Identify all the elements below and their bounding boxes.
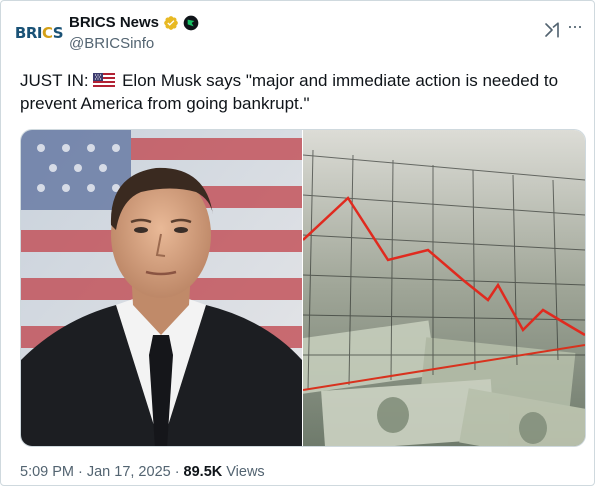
display-name[interactable]: BRICS News: [69, 14, 159, 31]
avatar[interactable]: BRICS: [14, 19, 64, 47]
grok-icon[interactable]: [543, 21, 561, 39]
tweet-text: JUST IN: Elon Musk says "major and immed…: [20, 69, 580, 115]
tweet-media[interactable]: [20, 129, 586, 447]
tweet-card: BRICS BRICS News @BRICSinfo ··· JUST IN:: [0, 0, 595, 486]
tweet-footer: 5:09 PM · Jan 17, 2025 · 89.5K Views: [20, 464, 265, 480]
views-count[interactable]: 89.5K: [184, 464, 223, 480]
affiliate-badge-icon[interactable]: [183, 15, 199, 31]
author-name-row: BRICS News: [69, 14, 199, 31]
media-photo-chart[interactable]: [289, 130, 585, 446]
verified-badge-icon[interactable]: [163, 15, 179, 31]
portrait-image: [21, 130, 302, 446]
more-icon[interactable]: ···: [567, 17, 583, 35]
declining-chart-image: [289, 130, 585, 446]
tweet-time[interactable]: 5:09 PM: [20, 464, 74, 480]
footer-separator: ·: [78, 464, 83, 480]
us-flag-icon: [93, 73, 116, 87]
footer-separator: ·: [174, 464, 180, 480]
views-label: Views: [226, 464, 265, 480]
media-photo-portrait[interactable]: [21, 130, 302, 446]
tweet-prefix: JUST IN:: [20, 71, 89, 90]
tweet-date[interactable]: Jan 17, 2025: [87, 464, 171, 480]
avatar-logo-text: BRICS: [14, 24, 64, 42]
author-handle[interactable]: @BRICSinfo: [69, 35, 154, 52]
